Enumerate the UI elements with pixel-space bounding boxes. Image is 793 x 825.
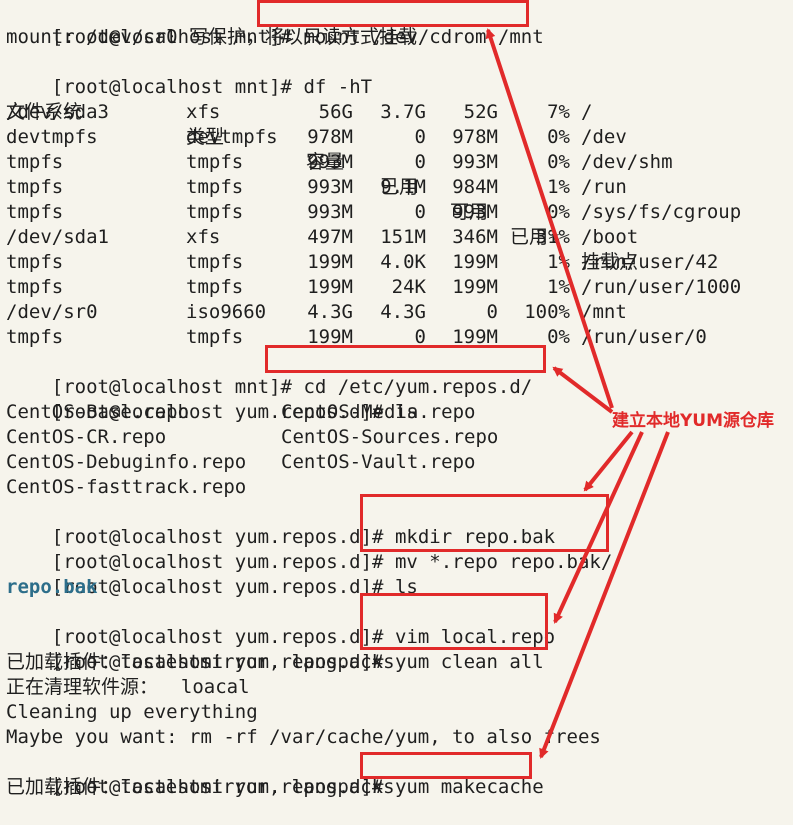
- arrow-to-cd: [552, 366, 614, 414]
- annotation-label: 建立本地YUM源仓库: [612, 411, 775, 431]
- arrow-to-mount: [485, 28, 614, 409]
- arrow-to-mkdir: [583, 430, 634, 492]
- annotation-arrows: [485, 28, 670, 759]
- arrow-to-makecache: [539, 431, 670, 759]
- terminal-window[interactable]: [root@localhost mnt]# mount /dev/cdrom /…: [0, 0, 793, 800]
